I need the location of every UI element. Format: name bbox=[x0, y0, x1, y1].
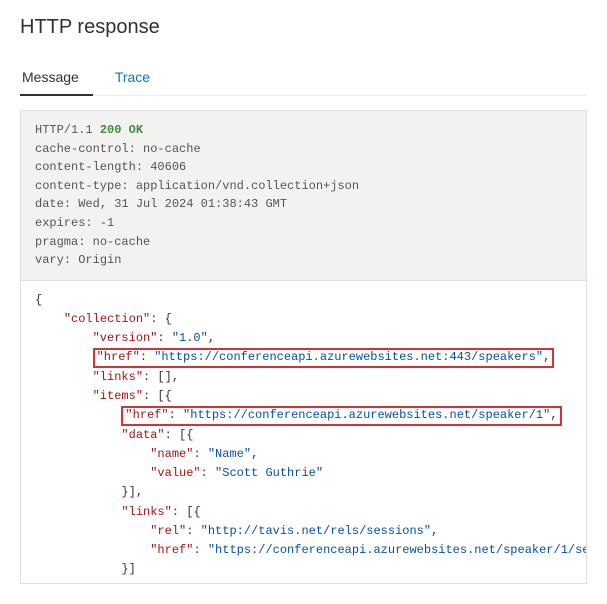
json-value-sessions-href: "https://conferenceapi.azurewebsites.net… bbox=[208, 543, 587, 557]
json-value-collection-href: "https://conferenceapi.azurewebsites.net… bbox=[154, 350, 543, 364]
header-expires-key: expires bbox=[35, 216, 85, 230]
http-version: HTTP/1.1 bbox=[35, 123, 93, 137]
json-key-rel: "rel" bbox=[150, 524, 186, 538]
header-content-length-key: content-length bbox=[35, 160, 136, 174]
header-pragma-value: no-cache bbox=[93, 235, 151, 249]
header-content-type-key: content-type bbox=[35, 179, 121, 193]
json-key-links: "links" bbox=[121, 505, 171, 519]
header-cache-control-value: no-cache bbox=[143, 142, 201, 156]
json-key-name: "name" bbox=[150, 447, 193, 461]
json-key-data: "data" bbox=[121, 428, 164, 442]
json-key-version: "version" bbox=[93, 331, 158, 345]
page-title: HTTP response bbox=[20, 16, 587, 39]
header-date-key: date bbox=[35, 197, 64, 211]
header-pragma-key: pragma bbox=[35, 235, 78, 249]
json-key-collection: "collection" bbox=[64, 312, 150, 326]
json-key-href: "href" bbox=[150, 543, 193, 557]
json-value-version: "1.0" bbox=[172, 331, 208, 345]
json-key-href: "href" bbox=[97, 350, 140, 364]
header-date-value: Wed, 31 Jul 2024 01:38:43 GMT bbox=[78, 197, 287, 211]
json-key-value: "value" bbox=[150, 466, 200, 480]
header-content-type-value: application/vnd.collection+json bbox=[136, 179, 359, 193]
header-cache-control-key: cache-control bbox=[35, 142, 129, 156]
json-value-value: "Scott Guthrie" bbox=[215, 466, 323, 480]
http-body: { "collection": { "version": "1.0", "hre… bbox=[20, 281, 587, 585]
json-key-items: "items" bbox=[93, 389, 143, 403]
tab-message[interactable]: Message bbox=[20, 61, 93, 95]
header-expires-value: -1 bbox=[100, 216, 114, 230]
json-key-href: "href" bbox=[125, 408, 168, 422]
http-headers: HTTP/1.1 200 OK cache-control: no-cache … bbox=[20, 110, 587, 281]
header-vary-key: vary bbox=[35, 253, 64, 267]
json-value-item-href: "https://conferenceapi.azurewebsites.net… bbox=[183, 408, 550, 422]
highlight-collection-href: "href": "https://conferenceapi.azurewebs… bbox=[93, 348, 555, 368]
header-vary-value: Origin bbox=[78, 253, 121, 267]
json-value-name: "Name" bbox=[208, 447, 251, 461]
http-status-code: 200 OK bbox=[100, 123, 143, 137]
highlight-item-href: "href": "https://conferenceapi.azurewebs… bbox=[121, 406, 561, 426]
tabs: Message Trace bbox=[20, 61, 587, 96]
json-value-rel: "http://tavis.net/rels/sessions" bbox=[201, 524, 431, 538]
json-key-links: "links" bbox=[93, 370, 143, 384]
tab-trace[interactable]: Trace bbox=[113, 61, 164, 95]
header-content-length-value: 40606 bbox=[150, 160, 186, 174]
